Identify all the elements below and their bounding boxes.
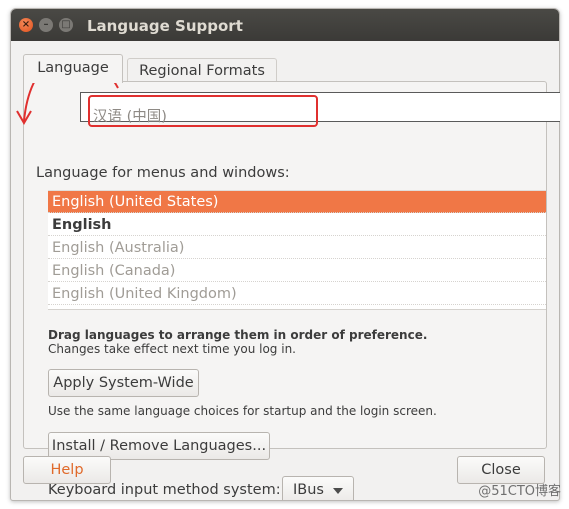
watermark: @51CTO博客	[478, 484, 561, 499]
tab-language[interactable]: Language	[23, 54, 123, 83]
